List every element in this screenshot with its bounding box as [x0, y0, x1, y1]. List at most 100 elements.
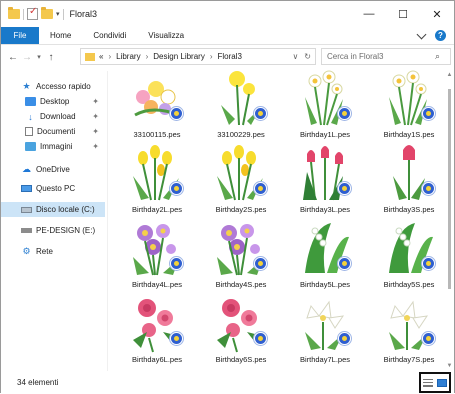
pes-file-icon — [422, 257, 435, 270]
file-item[interactable]: Birthday4S.pes — [199, 217, 283, 292]
breadcrumb-floral3[interactable]: Floral3 — [218, 52, 242, 61]
pin-icon[interactable]: ✦ — [92, 112, 99, 121]
pes-file-icon — [338, 182, 351, 195]
minimize-button[interactable]: — — [352, 1, 386, 27]
up-button[interactable]: ↑ — [44, 52, 58, 63]
nav-local-disk[interactable]: Disco locale (C:) — [1, 202, 105, 217]
pes-file-icon — [338, 107, 351, 120]
details-view-icon[interactable] — [423, 378, 433, 387]
file-item[interactable]: Birthday3S.pes — [367, 142, 445, 217]
pin-icon[interactable]: ✦ — [92, 127, 99, 136]
nav-pictures[interactable]: Immagini ✦ — [1, 139, 105, 154]
file-item[interactable]: Birthday6S.pes — [199, 292, 283, 367]
flower-design-icon — [305, 300, 345, 350]
nav-quick-access[interactable]: ★ Accesso rapido — [1, 79, 105, 94]
folder-icon — [8, 7, 20, 19]
nav-label: Desktop — [40, 97, 70, 106]
breadcrumb-design-library[interactable]: Design Library — [153, 52, 205, 61]
file-name: Birthday6S.pes — [215, 355, 267, 364]
tab-view[interactable]: Visualizza — [137, 27, 195, 44]
search-icon[interactable]: ⌕ — [435, 51, 440, 62]
tab-file[interactable]: File — [1, 27, 39, 44]
chevron-down-icon[interactable] — [416, 29, 427, 39]
forward-button[interactable]: → — [20, 52, 34, 63]
flower-design-icon — [133, 299, 179, 353]
file-item[interactable]: Birthday2S.pes — [199, 142, 283, 217]
tab-share[interactable]: Condividi — [82, 27, 137, 44]
large-icons-view-icon[interactable] — [437, 378, 447, 387]
file-item[interactable]: Birthday2L.pes — [115, 142, 199, 217]
nav-download[interactable]: ↓ Download ✦ — [1, 109, 105, 124]
embroidery-thumbnail — [207, 142, 275, 205]
pin-icon[interactable]: ✦ — [92, 97, 99, 106]
network-icon: ⚙ — [22, 246, 31, 256]
file-item[interactable]: 33100115.pes — [115, 67, 199, 142]
file-item[interactable]: Birthday4L.pes — [115, 217, 199, 292]
file-name: Birthday2L.pes — [131, 205, 183, 214]
nav-pe-design[interactable]: PE-DESIGN (E:) — [1, 223, 105, 238]
navigation-pane: ★ Accesso rapido Desktop ✦ ↓ Download ✦ … — [1, 71, 107, 371]
pes-file-icon — [254, 107, 267, 120]
pes-file-icon — [422, 332, 435, 345]
file-item[interactable]: Birthday1L.pes — [283, 67, 367, 142]
vertical-scrollbar[interactable]: ▲ ▼ — [445, 71, 454, 371]
nav-onedrive[interactable]: ☁ OneDrive — [1, 162, 105, 177]
window-controls: — ☐ ✕ — [352, 1, 454, 27]
nav-this-pc[interactable]: Questo PC — [1, 181, 105, 196]
recent-locations-button[interactable]: ▾ — [34, 53, 44, 61]
tab-home[interactable]: Home — [39, 27, 82, 44]
address-dropdown-icon[interactable]: ∨ — [292, 52, 298, 61]
pin-icon[interactable]: ✦ — [92, 142, 99, 151]
scroll-thumb[interactable] — [448, 89, 451, 289]
properties-icon[interactable] — [27, 6, 38, 20]
help-icon[interactable]: ? — [435, 30, 446, 41]
toolbar-divider — [23, 8, 24, 20]
flower-design-icon — [389, 70, 427, 126]
nav-network[interactable]: ⚙ Rete — [1, 244, 105, 259]
new-folder-icon[interactable] — [41, 7, 53, 19]
customize-toolbar-icon[interactable]: ▾ — [56, 10, 60, 18]
file-item[interactable]: 33100229.pes — [199, 67, 283, 142]
address-bar[interactable]: « › Library › Design Library › Floral3 ∨… — [80, 48, 316, 65]
flower-design-icon — [393, 145, 425, 200]
pes-file-icon — [338, 332, 351, 345]
nav-desktop[interactable]: Desktop ✦ — [1, 94, 105, 109]
refresh-icon[interactable]: ↻ — [304, 52, 311, 61]
file-name: Birthday4L.pes — [131, 280, 183, 289]
scroll-up-icon[interactable]: ▲ — [445, 71, 454, 80]
pes-file-icon — [170, 257, 183, 270]
breadcrumb-library[interactable]: Library — [116, 52, 140, 61]
pane-divider[interactable] — [107, 71, 108, 371]
file-name: Birthday3S.pes — [383, 205, 435, 214]
nav-label: Rete — [36, 247, 53, 256]
pes-file-icon — [422, 107, 435, 120]
nav-documents[interactable]: Documenti ✦ — [1, 124, 105, 139]
pes-file-icon — [170, 332, 183, 345]
title-bar: ▾ Floral3 — ☐ ✕ — [1, 1, 454, 27]
file-item[interactable]: Birthday3L.pes — [283, 142, 367, 217]
scroll-down-icon[interactable]: ▼ — [445, 362, 454, 371]
pes-file-icon — [254, 332, 267, 345]
back-button[interactable]: ← — [6, 52, 20, 63]
usb-drive-icon — [21, 228, 32, 233]
file-name: Birthday6L.pes — [131, 355, 183, 364]
file-item[interactable]: Birthday6L.pes — [115, 292, 199, 367]
embroidery-thumbnail — [375, 142, 443, 205]
pes-file-icon — [254, 182, 267, 195]
search-box[interactable]: ⌕ — [321, 48, 451, 65]
file-item[interactable]: Birthday7L.pes — [283, 292, 367, 367]
embroidery-thumbnail — [375, 217, 443, 280]
flower-design-icon — [133, 224, 179, 276]
file-item[interactable]: Birthday5S.pes — [367, 217, 445, 292]
status-bar: 34 elementi — [1, 371, 454, 394]
file-item[interactable]: Birthday7S.pes — [367, 292, 445, 367]
close-button[interactable]: ✕ — [420, 1, 454, 27]
file-item[interactable]: Birthday1S.pes — [367, 67, 445, 142]
search-input[interactable] — [327, 52, 435, 61]
embroidery-thumbnail — [123, 217, 191, 280]
download-icon: ↓ — [28, 111, 33, 122]
file-item[interactable]: Birthday5L.pes — [283, 217, 367, 292]
document-icon — [25, 127, 33, 136]
maximize-button[interactable]: ☐ — [386, 1, 420, 27]
breadcrumb-overflow[interactable]: « — [99, 52, 103, 61]
